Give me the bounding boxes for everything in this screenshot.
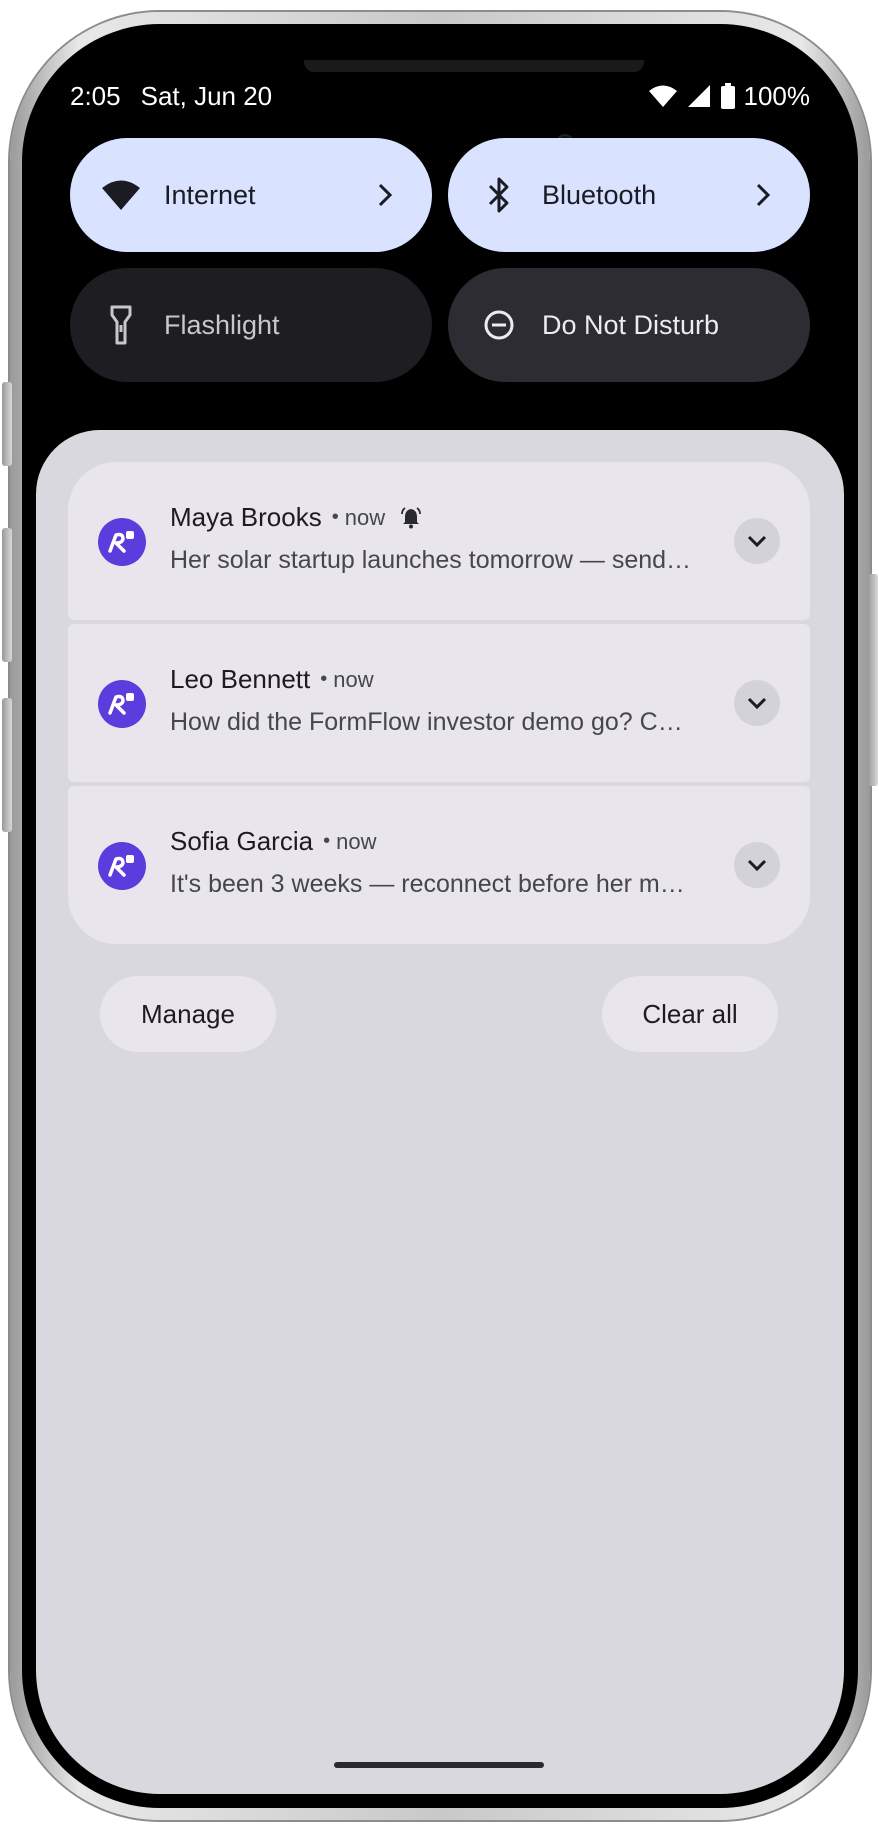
- notification-list: Maya Brooks • now Her solar startup laun…: [68, 462, 810, 944]
- notification-sender: Leo Bennett: [170, 664, 311, 694]
- do-not-disturb-icon: [478, 304, 520, 346]
- clear-all-button[interactable]: Clear all: [602, 976, 778, 1052]
- notification-item[interactable]: Leo Bennett • now How did the FormFlow i…: [68, 624, 810, 782]
- tile-label-bluetooth: Bluetooth: [542, 179, 657, 210]
- chevron-right-icon: [378, 183, 393, 207]
- tile-bluetooth[interactable]: Bluetooth: [448, 138, 810, 252]
- flashlight-icon: [100, 304, 142, 346]
- side-button-left-2: [2, 528, 12, 662]
- expand-button[interactable]: [734, 842, 780, 888]
- notification-header: Maya Brooks • now: [170, 502, 423, 533]
- notification-header: Sofia Garcia • now: [170, 826, 376, 857]
- separator-dot: •: [331, 506, 339, 528]
- tile-flashlight[interactable]: Flashlight: [70, 268, 432, 382]
- tile-do-not-disturb[interactable]: Do Not Disturb: [448, 268, 810, 382]
- chevron-right-icon: [756, 183, 771, 207]
- notification-time: now: [336, 828, 377, 854]
- status-time: 2:05: [70, 80, 121, 111]
- status-date: Sat, Jun 20: [140, 80, 273, 111]
- notification-time: now: [333, 666, 374, 692]
- wifi-signal-icon: [648, 85, 677, 107]
- separator-dot: •: [320, 668, 328, 690]
- notification-shade: Maya Brooks • now Her solar startup laun…: [36, 430, 844, 1794]
- bell-icon: [401, 506, 422, 528]
- expand-button[interactable]: [734, 680, 780, 726]
- notification-time: now: [344, 504, 386, 530]
- status-icons: 100%: [648, 80, 811, 112]
- expand-button[interactable]: [734, 518, 780, 564]
- side-button-left-3: [2, 698, 12, 832]
- chevron-down-icon: [747, 859, 767, 872]
- status-bar: 2:05 Sat, Jun 20 100%: [70, 72, 810, 120]
- chevron-down-icon: [747, 535, 767, 548]
- earpiece: [304, 60, 644, 72]
- notification-item[interactable]: Sofia Garcia • now It's been 3 weeks — r…: [68, 786, 810, 944]
- battery-icon: [720, 83, 735, 109]
- notification-sender: Maya Brooks: [170, 502, 322, 532]
- tile-label-do-not-disturb: Do Not Disturb: [542, 309, 720, 340]
- wifi-icon: [100, 174, 142, 216]
- chevron-down-icon: [747, 697, 767, 710]
- battery-percent: 100%: [743, 80, 811, 111]
- tile-internet[interactable]: Internet: [70, 138, 432, 252]
- app-icon: [98, 680, 146, 728]
- side-button-left-1: [2, 382, 12, 466]
- separator-dot: •: [323, 830, 331, 852]
- notification-header: Leo Bennett • now: [170, 664, 374, 695]
- notification-item[interactable]: Maya Brooks • now Her solar startup laun…: [68, 462, 810, 620]
- notification-text: How did the FormFlow investor demo go? C…: [170, 708, 694, 736]
- app-icon: [98, 842, 146, 890]
- bluetooth-icon: [478, 174, 520, 216]
- cell-signal-icon: [687, 85, 710, 107]
- notification-text: Her solar startup launches tomorrow — se…: [170, 546, 694, 574]
- home-indicator[interactable]: [334, 1762, 544, 1768]
- app-icon: [98, 518, 146, 566]
- notification-sender: Sofia Garcia: [170, 826, 314, 856]
- screen: 2:05 Sat, Jun 20 100% Internet Bluetooth…: [36, 38, 844, 1794]
- tile-label-internet: Internet: [164, 179, 256, 210]
- tile-label-flashlight: Flashlight: [164, 309, 280, 340]
- side-button-right: [868, 574, 878, 786]
- notification-text: It's been 3 weeks — reconnect before her…: [170, 870, 694, 898]
- manage-button[interactable]: Manage: [100, 976, 276, 1052]
